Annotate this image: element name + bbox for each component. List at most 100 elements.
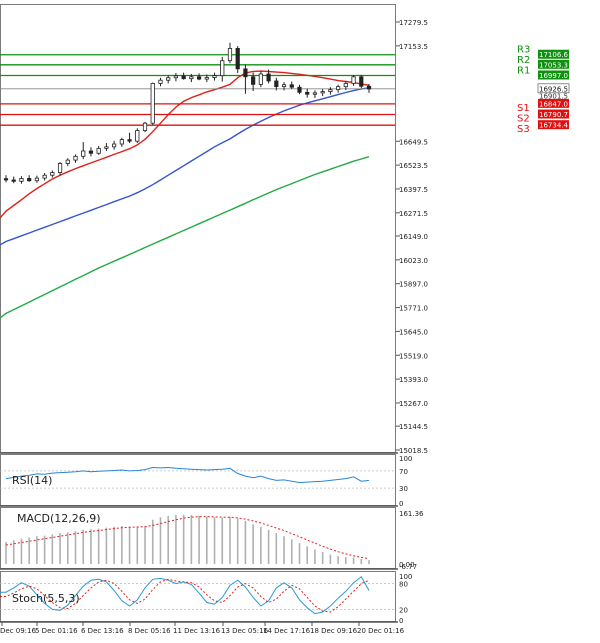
price-tick-label: 15267.0: [399, 400, 428, 408]
candle-body: [112, 143, 117, 148]
rsi-line: [5, 466, 370, 484]
moving-average-line: [0, 87, 370, 246]
x-tick-label: 8 Dec 05:16: [128, 627, 171, 635]
candle-body: [320, 91, 325, 94]
price-tick-label: 15144.5: [399, 423, 428, 431]
extra-price-label: 16901.5: [539, 92, 568, 100]
x-tick-label: 18 Dec 09:16: [310, 627, 358, 635]
price-tick-label: 15645.0: [399, 328, 428, 336]
price-tick-label: 15018.5: [399, 447, 428, 455]
price-tick-label: 15771.0: [399, 305, 428, 313]
candle-body: [142, 122, 148, 131]
candle-body: [297, 86, 302, 93]
level-value-label: 16847.0: [539, 100, 568, 108]
price-tick-label: 15519.0: [399, 352, 428, 360]
stoch-tick-label: 80: [399, 581, 408, 589]
x-tick-label: Dec 09:16: [0, 627, 36, 635]
price-tick-label: 16149.0: [399, 233, 428, 241]
stoch-title: Stoch(5,5,3): [12, 592, 80, 605]
trading-chart: R3 17106.6R2 17053.3R1 16997.0S1 16847.0S2 16…: [0, 4, 570, 635]
level-value-label: 16997.0: [539, 72, 568, 80]
x-tick-label: 6 Dec 13:16: [81, 627, 124, 635]
candle-body: [351, 76, 356, 84]
price-moving-averages: [0, 70, 370, 319]
candle-body: [235, 48, 240, 70]
candle-body: [27, 178, 32, 182]
candle-body: [181, 75, 186, 80]
rsi-panel: 100 70 30 0: [0, 455, 412, 508]
candle-body: [204, 77, 209, 80]
candle-body: [34, 177, 39, 182]
candle-body: [19, 178, 24, 182]
candle-body: [328, 89, 333, 92]
price-tick-label: 16271.5: [399, 210, 428, 218]
macd-tick-label: -6.77: [399, 563, 417, 571]
price-tick-label: 17153.5: [399, 43, 428, 51]
candle-body: [166, 77, 171, 81]
level-value-label: 17053.3: [539, 61, 568, 69]
price-tick-label: 17279.5: [399, 19, 428, 27]
level-value-label: 16734.4: [539, 122, 568, 130]
candle-body: [127, 139, 132, 142]
candle-body: [196, 76, 202, 80]
rsi-tick-label: 30: [399, 485, 408, 493]
panel-frame: [0, 4, 396, 453]
candle-body: [336, 86, 341, 91]
candle-body: [104, 146, 109, 149]
macd-title: MACD(12,26,9): [17, 512, 101, 525]
candle-body: [150, 83, 155, 124]
candle-body: [81, 150, 86, 157]
macd-tick-label: 161.36: [399, 510, 424, 518]
candle-body: [305, 91, 310, 95]
level-name-label: S1: [517, 103, 530, 114]
candle-body: [366, 85, 372, 90]
candle-body: [289, 84, 294, 88]
price-tick-label: 16397.5: [399, 186, 428, 194]
candle-body: [227, 48, 233, 62]
candle-body: [57, 163, 63, 173]
candle-body: [50, 172, 55, 176]
price-tick-label: 16649.5: [399, 138, 428, 146]
candle-body: [11, 179, 16, 182]
price-tick-label: 15897.0: [399, 281, 428, 289]
stoch-tick-label: 20: [399, 606, 408, 614]
level-value-label: 16790.7: [539, 111, 568, 119]
x-tick-label: 11 Dec 13:16: [173, 627, 221, 635]
candle-body: [212, 75, 217, 78]
stoch-tick-label: 0: [399, 617, 403, 625]
x-tick-label: 14 Dec 17:16: [263, 627, 311, 635]
candle-body: [135, 130, 140, 142]
candle-body: [312, 92, 318, 95]
x-tick-label: 20 Dec 01:16: [357, 627, 405, 635]
level-name-label: R1: [517, 65, 530, 76]
candle-body: [65, 159, 70, 164]
price-tick-label: 16523.5: [399, 162, 428, 170]
moving-average-line: [0, 156, 370, 319]
candle-body: [96, 147, 101, 154]
candle-body: [220, 60, 225, 77]
level-name-label: S3: [517, 124, 530, 135]
candle-body: [3, 178, 9, 181]
rsi-title: RSI(14): [12, 474, 52, 487]
price-axis: 17279.5 17153.5 16649.5 16523.5 16397.5 16271…: [396, 19, 428, 455]
candle-body: [281, 84, 287, 88]
candle-body: [243, 68, 248, 78]
rsi-tick-label: 70: [399, 468, 408, 476]
x-axis: Dec 09:16 5 Dec 01:16 6 Dec 13:16 8 Dec 05:…: [0, 621, 405, 635]
level-value-label: 17106.6: [539, 51, 568, 59]
x-tick-label: 5 Dec 01:16: [35, 627, 78, 635]
rsi-tick-label: 0: [399, 500, 403, 508]
candle-body: [42, 174, 47, 179]
candle-body: [251, 76, 256, 85]
x-tick-label: 13 Dec 05:16: [221, 627, 269, 635]
rsi-tick-label: 100: [399, 455, 412, 463]
level-name-label: R2: [517, 55, 530, 66]
candle-body: [158, 79, 163, 84]
candle-body: [359, 76, 364, 87]
candle-body: [274, 80, 279, 88]
candle-body: [266, 73, 271, 82]
candle-body: [119, 139, 124, 145]
price-tick-label: 15393.0: [399, 376, 428, 384]
candle-body: [189, 76, 194, 80]
candle-body: [73, 155, 78, 161]
